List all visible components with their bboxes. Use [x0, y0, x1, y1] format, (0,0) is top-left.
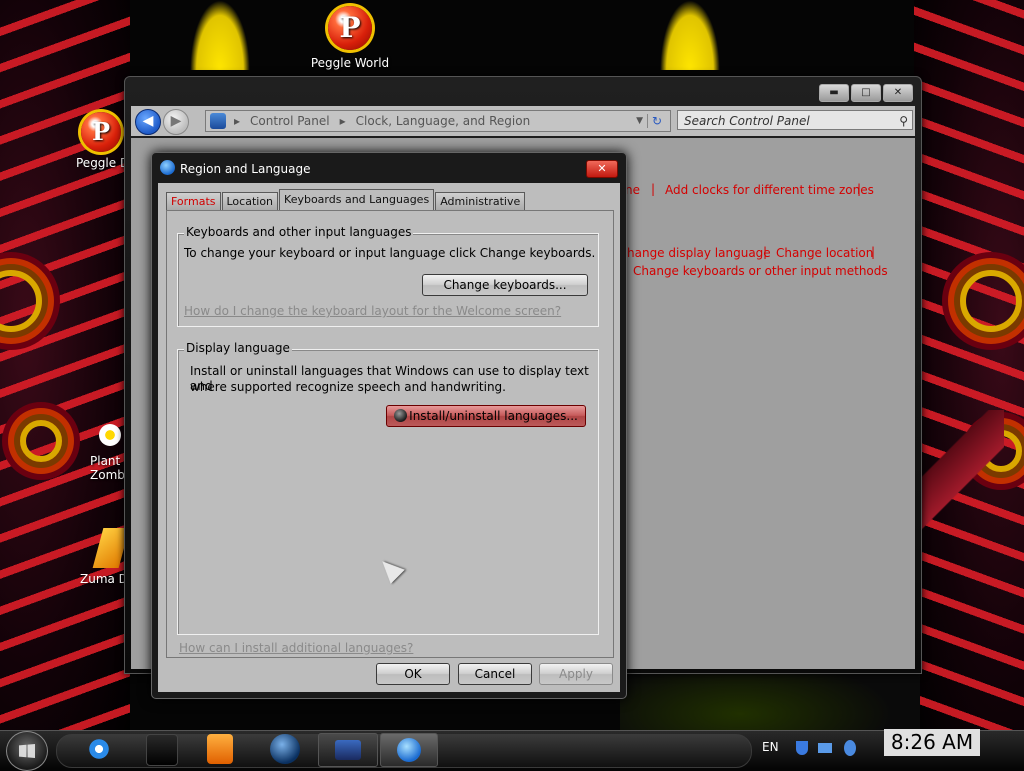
folder-icon[interactable] [146, 734, 178, 766]
volume-icon[interactable] [844, 740, 856, 756]
globe-icon [160, 160, 175, 175]
tab-strip: Formats Location Keyboards and Languages… [166, 189, 526, 211]
desktop-icon-label: Zuma D [80, 572, 128, 586]
taskbar-region-dialog-button[interactable] [380, 733, 438, 767]
desktop-icon-label: Peggle D [76, 156, 130, 170]
tab-keyboards-and-languages[interactable]: Keyboards and Languages [279, 189, 435, 211]
tab-formats[interactable]: Formats [166, 192, 221, 211]
display-language-group: Display language Install or uninstall la… [177, 341, 599, 635]
forward-button[interactable]: ▶ [163, 109, 189, 135]
link-separator: | [651, 182, 656, 196]
cancel-button[interactable]: Cancel [458, 663, 532, 685]
window-title-buttons: ▬ □ ✕ [819, 84, 913, 102]
wallpaper-ring [20, 420, 62, 462]
network-icon[interactable] [818, 743, 832, 753]
media-player-icon[interactable] [207, 734, 233, 764]
link-change-time-zone[interactable]: ne [625, 183, 640, 197]
search-input[interactable]: Search Control Panel ⚲ [677, 110, 913, 130]
breadcrumb-control-panel[interactable]: Control Panel [250, 114, 330, 128]
wallpaper-guitar [914, 410, 1004, 530]
clock[interactable]: 8:26 AM [884, 729, 980, 756]
display-language-group-label: Display language [184, 341, 292, 355]
address-box[interactable]: ▸ Control Panel ▸ Clock, Language, and R… [205, 110, 671, 132]
minimize-button[interactable]: ▬ [819, 84, 849, 102]
flower-icon [99, 424, 121, 446]
dialog-title: Region and Language [180, 162, 311, 176]
link-separator: | [871, 245, 876, 259]
refresh-icon[interactable]: ↻ [647, 114, 666, 128]
search-placeholder: Search Control Panel [684, 114, 810, 128]
globe-clock-icon [397, 738, 421, 762]
taskbar: EN [0, 730, 1024, 771]
install-uninstall-languages-button[interactable]: Install/uninstall languages... [386, 405, 586, 427]
search-icon[interactable]: ⚲ [899, 111, 908, 131]
change-keyboards-button[interactable]: Change keyboards... [422, 274, 588, 296]
peggle-icon: P [328, 6, 372, 50]
link-change-display-language[interactable]: hange display language [627, 246, 771, 260]
taskbar-control-panel-button[interactable] [318, 733, 378, 767]
control-panel-icon [210, 113, 226, 129]
apply-button[interactable]: Apply [539, 663, 613, 685]
desktop-icon-label: Peggle World [310, 56, 390, 70]
link-add-clocks[interactable]: Add clocks for different time zones [665, 183, 874, 197]
display-language-description-line2: where supported recognize speech and han… [190, 380, 506, 394]
link-separator: | [763, 245, 768, 259]
install-additional-languages-link[interactable]: How can I install additional languages? [179, 641, 413, 655]
breadcrumb-clock-language-region[interactable]: Clock, Language, and Region [356, 114, 531, 128]
desktop-icon-peggle-world[interactable]: P Peggle World [300, 6, 400, 70]
dialog-client-area: Formats Location Keyboards and Languages… [158, 183, 620, 692]
breadcrumb-separator: ▸ [234, 114, 241, 128]
close-button[interactable]: ✕ [883, 84, 913, 102]
welcome-keyboard-help-link[interactable]: How do I change the keyboard layout for … [184, 304, 561, 318]
wallpaper-flame [190, 0, 250, 70]
maximize-button[interactable]: □ [851, 84, 881, 102]
windows-logo-icon [19, 744, 35, 758]
keyboards-group-label: Keyboards and other input languages [184, 225, 414, 239]
desktop-icon-peggle-deluxe[interactable]: P Peggle D [76, 112, 130, 170]
region-language-dialog: Region and Language ✕ Formats Location K… [151, 152, 627, 699]
globe-icon [394, 409, 408, 422]
keyboards-group: Keyboards and other input languages To c… [177, 225, 599, 327]
desktop-icon-zuma-deluxe[interactable]: Zuma D [80, 528, 130, 586]
internet-explorer-icon[interactable] [84, 734, 114, 764]
link-separator: | [857, 182, 862, 196]
language-indicator[interactable]: EN [762, 740, 779, 754]
keyboards-languages-panel: Keyboards and other input languages To c… [166, 210, 614, 658]
back-button[interactable]: ◀ [135, 109, 161, 135]
globe-browser-icon[interactable] [270, 734, 300, 764]
dialog-close-button[interactable]: ✕ [586, 160, 618, 178]
tab-administrative[interactable]: Administrative [435, 192, 526, 211]
breadcrumb-separator: ▸ [339, 114, 346, 128]
ok-button[interactable]: OK [376, 663, 450, 685]
address-bar-area: ◀ ▶ ▸ Control Panel ▸ Clock, Language, a… [131, 106, 915, 136]
peggle-icon: P [81, 112, 121, 152]
shield-icon[interactable] [796, 741, 808, 755]
wallpaper-right-speakers [914, 0, 1024, 730]
tab-location[interactable]: Location [221, 192, 279, 211]
wallpaper-ring [960, 270, 1022, 332]
link-change-location[interactable]: Change location [776, 246, 873, 260]
link-change-keyboards[interactable]: Change keyboards or other input methods [633, 264, 888, 278]
control-panel-icon [335, 740, 361, 760]
install-uninstall-label: Install/uninstall languages... [409, 409, 578, 423]
start-button[interactable] [6, 731, 48, 771]
wallpaper-flame [660, 0, 720, 70]
keyboards-description: To change your keyboard or input languag… [184, 246, 596, 260]
wallpaper-left-speakers [0, 0, 130, 730]
chevron-down-icon[interactable]: ▼ [636, 116, 643, 126]
